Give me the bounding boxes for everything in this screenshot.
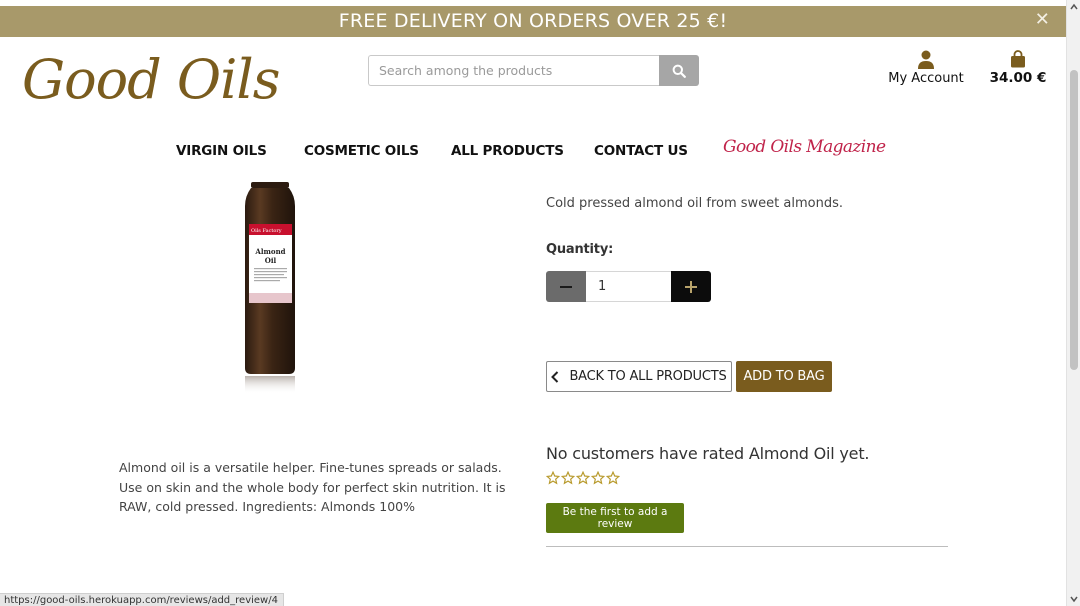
decrement-button[interactable] (546, 271, 586, 302)
search-input[interactable] (368, 55, 659, 86)
shopping-bag-link[interactable]: 34.00 € (988, 50, 1048, 86)
chevron-left-icon (551, 370, 559, 383)
scrollbar-thumb[interactable] (1070, 70, 1078, 370)
logo[interactable]: Good Oils (22, 42, 280, 118)
bag-total: 34.00 € (989, 70, 1047, 86)
nav-item-magazine[interactable]: Good Oils Magazine (723, 137, 886, 157)
oil-bottle-image: Oils Factory Almond Oil (245, 182, 295, 394)
page: { "banner": { "text": "FREE DELIVERY ON … (0, 0, 1080, 606)
star-outline-icon (576, 471, 590, 485)
plus-icon (685, 280, 697, 293)
scroll-down-arrow-icon[interactable] (1069, 594, 1079, 604)
product-image: Oils Factory Almond Oil (243, 182, 297, 396)
close-icon[interactable]: ✕ (1035, 6, 1050, 33)
minus-icon (560, 285, 572, 288)
star-outline-icon (546, 471, 560, 485)
quantity-label: Quantity: (546, 242, 614, 257)
main-nav: VIRGIN OILS COSMETIC OILS ALL PRODUCTS C… (0, 137, 1066, 164)
free-delivery-banner: FREE DELIVERY ON ORDERS OVER 25 €! ✕ (0, 6, 1066, 37)
label-name-line1: Almond (254, 247, 285, 256)
back-button-label: BACK TO ALL PRODUCTS (569, 369, 727, 384)
quantity-input[interactable] (586, 271, 671, 302)
add-to-bag-button[interactable]: ADD TO BAG (736, 361, 832, 392)
status-bar-url: https://good-oils.herokuapp.com/reviews/… (0, 593, 284, 606)
user-icon (918, 50, 934, 69)
nav-item-virgin-oils[interactable]: VIRGIN OILS (176, 143, 267, 159)
label-name-line2: Oil (265, 256, 277, 265)
account-label: My Account (888, 71, 964, 86)
rating-title: No customers have rated Almond Oil yet. (546, 444, 870, 463)
quantity-stepper (546, 271, 711, 302)
search-button[interactable] (659, 55, 699, 86)
product-long-description: Almond oil is a versatile helper. Fine-t… (119, 460, 506, 514)
increment-button[interactable] (671, 271, 711, 302)
add-review-button[interactable]: Be the first to add a review (546, 503, 684, 533)
star-outline-icon (591, 471, 605, 485)
shopping-bag-icon (1011, 50, 1025, 68)
nav-item-cosmetic-oils[interactable]: COSMETIC OILS (304, 143, 419, 159)
page-scrollbar[interactable] (1066, 0, 1080, 606)
search-bar (368, 55, 699, 86)
label-brand: Oils Factory (251, 228, 282, 234)
my-account-link[interactable]: My Account (887, 50, 965, 86)
star-outline-icon (561, 471, 575, 485)
nav-item-contact-us[interactable]: CONTACT US (594, 143, 688, 159)
scroll-up-arrow-icon[interactable] (1069, 2, 1079, 12)
product-short-description: Cold pressed almond oil from sweet almon… (546, 196, 844, 211)
banner-text: FREE DELIVERY ON ORDERS OVER 25 €! (338, 10, 728, 32)
star-outline-icon (606, 471, 620, 485)
nav-item-all-products[interactable]: ALL PRODUCTS (451, 143, 564, 159)
divider (546, 546, 948, 547)
star-rating (546, 471, 620, 485)
back-to-all-products-button[interactable]: BACK TO ALL PRODUCTS (546, 361, 732, 392)
search-icon (672, 64, 686, 78)
